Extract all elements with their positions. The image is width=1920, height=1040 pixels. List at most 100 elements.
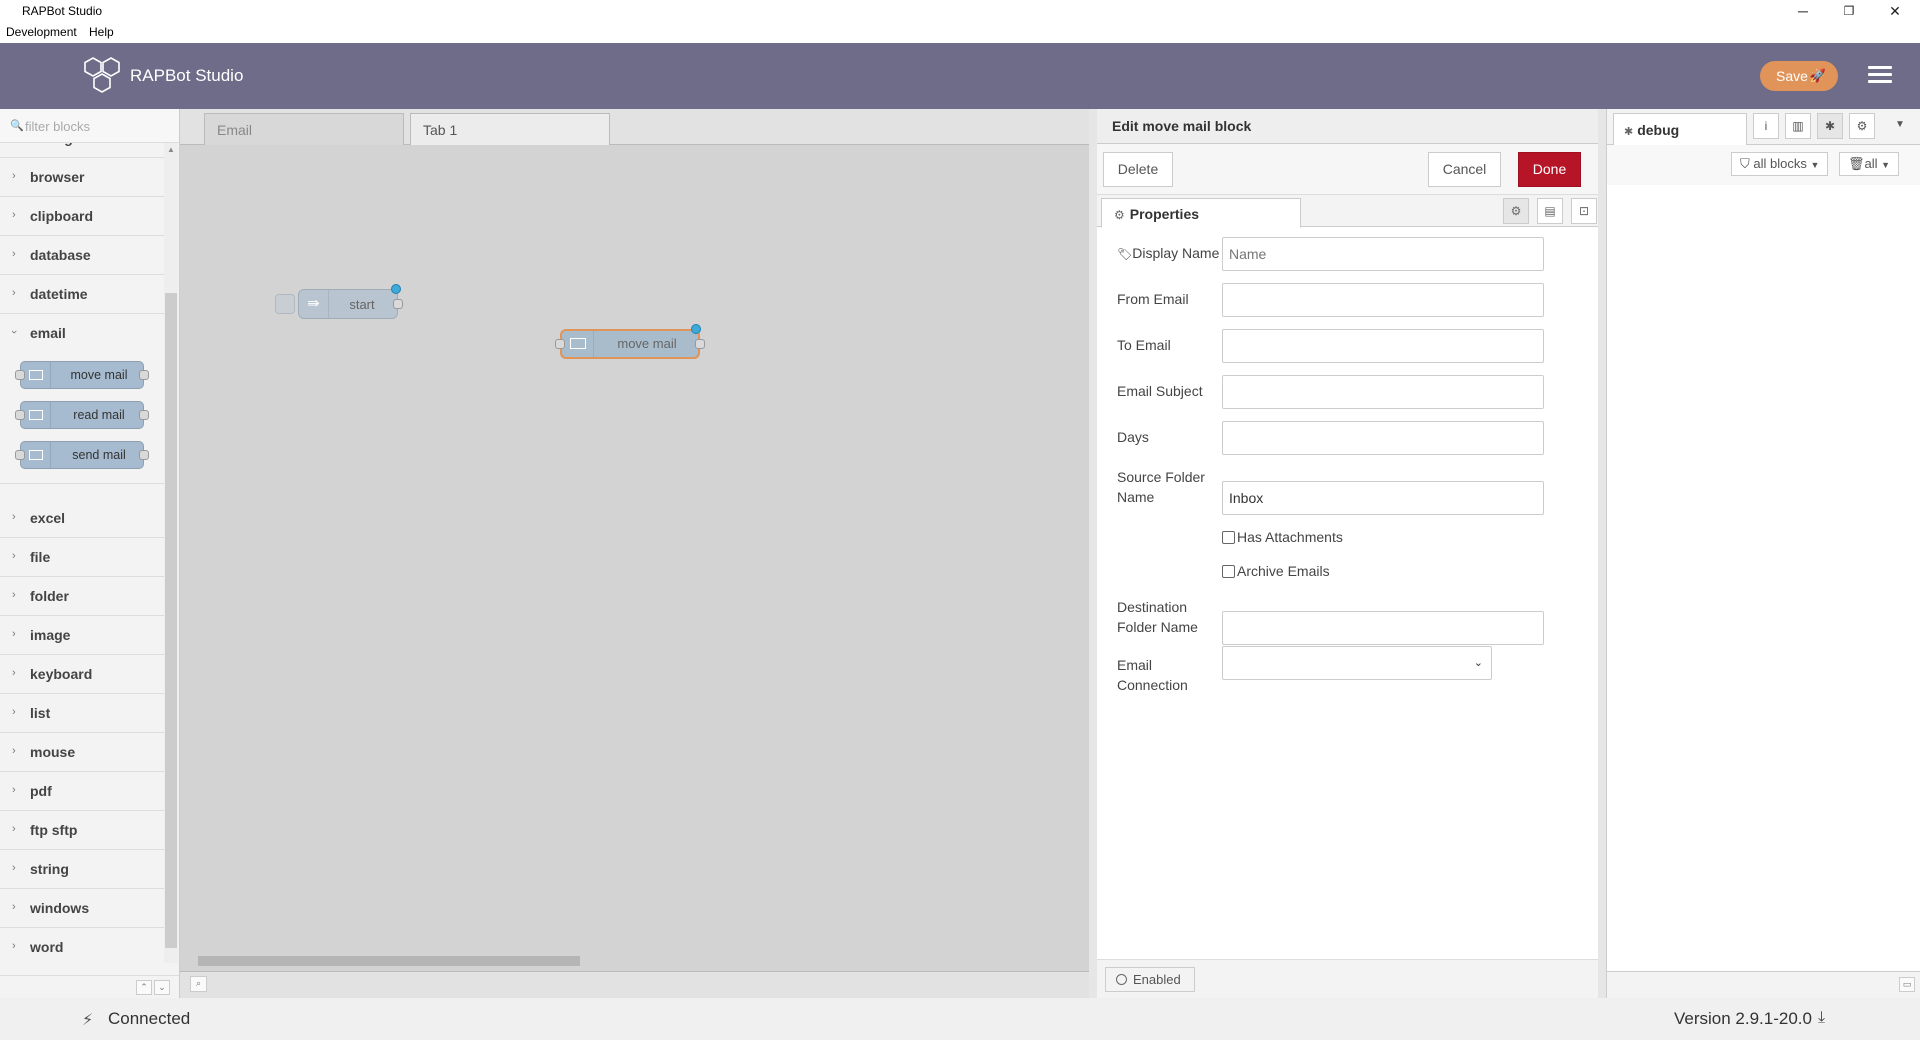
palette-category-excel[interactable]: › excel — [0, 499, 164, 538]
palette-category-folder[interactable]: › folder — [0, 577, 164, 616]
source-folder-input[interactable]: Inbox — [1222, 481, 1544, 515]
category-label: clipboard — [30, 208, 94, 224]
debug-toolbar: ⛉ all blocks ▼ 🗑all ▼ — [1607, 145, 1920, 185]
close-window-button[interactable]: ✕ — [1872, 0, 1918, 22]
gear-icon[interactable]: ⚙ — [1503, 198, 1529, 224]
workspace-node-start[interactable]: ⇛ start — [275, 284, 403, 319]
palette-search[interactable]: 🔍 filter blocks — [0, 109, 179, 143]
tab-tab-1[interactable]: Tab 1 — [410, 113, 610, 145]
description-icon[interactable]: ▤ — [1537, 198, 1563, 224]
delete-button[interactable]: Delete — [1103, 152, 1173, 187]
palette-node-send-mail[interactable]: send mail — [15, 441, 149, 469]
enabled-toggle[interactable]: Enabled — [1105, 967, 1195, 992]
menu-development[interactable]: Development — [6, 25, 77, 39]
monitor-icon[interactable]: ▭ — [1899, 977, 1915, 992]
palette-category-word[interactable]: › word — [0, 928, 164, 963]
chevron-down-icon: ⌄ — [1473, 657, 1483, 669]
has-attachments-checkbox[interactable] — [1222, 531, 1235, 544]
tab-debug[interactable]: ✱ debug — [1613, 113, 1747, 146]
category-label: windows — [30, 900, 90, 916]
workspace-footer: ⌕ — [180, 971, 1089, 998]
palette-category-list[interactable]: › list — [0, 694, 164, 733]
tab-email[interactable]: Email — [204, 113, 404, 145]
display-name-input[interactable] — [1222, 237, 1544, 271]
book-icon[interactable]: ▥ — [1785, 113, 1811, 139]
palette-category-clipboard[interactable]: › clipboard — [0, 197, 164, 236]
chevron-right-icon: › — [12, 706, 16, 718]
output-port — [139, 410, 149, 420]
scrollbar-thumb[interactable] — [198, 956, 580, 966]
palette-category-datetime[interactable]: › datetime — [0, 275, 164, 314]
download-icon[interactable]: ⤓ — [1818, 1009, 1825, 1027]
inject-button[interactable] — [275, 294, 295, 314]
category-label: datetime — [30, 286, 88, 302]
chevron-right-icon: › — [12, 745, 16, 757]
scroll-up-icon[interactable]: ▲ — [167, 145, 175, 154]
palette-category-browser[interactable]: › browser — [0, 158, 164, 197]
palette-category-image[interactable]: › image — [0, 616, 164, 655]
palette-category-mouse[interactable]: › mouse — [0, 733, 164, 772]
filter-blocks-button[interactable]: ⛉ all blocks ▼ — [1731, 152, 1829, 176]
palette-node-move-mail[interactable]: move mail — [15, 361, 149, 389]
email-connection-label-line2: Connection — [1117, 677, 1188, 693]
bug-icon[interactable]: ✱ — [1817, 113, 1843, 139]
workspace-node-move-mail[interactable]: move mail — [555, 324, 705, 359]
output-port[interactable] — [695, 339, 705, 349]
flow-workspace[interactable]: Email Tab 1 ⇛ start move mail ⌕ — [180, 109, 1089, 998]
hamburger-menu-icon[interactable] — [1868, 63, 1892, 87]
node-label: move mail — [617, 336, 677, 351]
palette-category-email[interactable]: › email move mail read mail send mail — [0, 314, 164, 484]
display-name-label: 🏷Display Name — [1117, 245, 1220, 261]
save-button[interactable]: Save 🚀 — [1760, 61, 1838, 91]
palette-category-windows[interactable]: › windows — [0, 889, 164, 928]
workspace-tabs: Email Tab 1 — [180, 109, 1089, 145]
category-label: folder — [30, 588, 69, 604]
from-email-input[interactable] — [1222, 283, 1544, 317]
chevron-down-icon[interactable]: ▼ — [1895, 119, 1905, 130]
palette-category-file[interactable]: › file — [0, 538, 164, 577]
scrollbar-thumb[interactable] — [165, 293, 177, 948]
palette-node-read-mail[interactable]: read mail — [15, 401, 149, 429]
search-icon[interactable]: ⌕ — [190, 976, 207, 992]
appearance-icon[interactable]: ⊡ — [1571, 198, 1597, 224]
expand-all-icon[interactable]: ⌄ — [154, 980, 170, 995]
info-icon[interactable]: i — [1753, 113, 1779, 139]
block-palette: 🔍 filter blocks › storage › browser › cl… — [0, 109, 180, 998]
gear-icon[interactable]: ⚙ — [1849, 113, 1875, 139]
editor-tabs: ⚙ Properties ⚙ ▤ ⊡ — [1097, 195, 1598, 228]
workspace-horizontal-scrollbar[interactable] — [196, 954, 1066, 968]
clear-messages-button[interactable]: 🗑all ▼ — [1839, 152, 1900, 176]
email-subject-input[interactable] — [1222, 375, 1544, 409]
email-connection-select[interactable]: ⌄ — [1222, 646, 1492, 680]
cancel-button[interactable]: Cancel — [1428, 152, 1501, 187]
destination-folder-input[interactable] — [1222, 611, 1544, 645]
done-button[interactable]: Done — [1518, 152, 1581, 187]
to-email-input[interactable] — [1222, 329, 1544, 363]
input-port[interactable] — [555, 339, 565, 349]
collapse-all-icon[interactable]: ⌃ — [136, 980, 152, 995]
output-port[interactable] — [393, 299, 403, 309]
restore-button[interactable]: ❐ — [1826, 0, 1872, 22]
arrow-right-icon: ⇛ — [307, 295, 320, 312]
chevron-right-icon: › — [12, 589, 16, 601]
filter-icon: ⛉ — [1740, 156, 1750, 171]
editor-footer: Enabled — [1097, 959, 1598, 998]
minimize-button[interactable]: ─ — [1780, 0, 1826, 22]
tab-properties[interactable]: ⚙ Properties — [1101, 198, 1301, 228]
palette-category-ftp-sftp[interactable]: › ftp sftp — [0, 811, 164, 850]
palette-category-keyboard[interactable]: › keyboard — [0, 655, 164, 694]
category-label: image — [30, 627, 71, 643]
palette-category-storage[interactable]: › storage — [0, 143, 164, 158]
category-label: ftp sftp — [30, 822, 78, 838]
menu-help[interactable]: Help — [89, 25, 114, 39]
source-folder-label-line1: Source Folder — [1117, 469, 1205, 485]
palette-scrollbar[interactable]: ▲ — [164, 143, 178, 963]
sidebar-splitter[interactable] — [1598, 109, 1606, 998]
days-input[interactable] — [1222, 421, 1544, 455]
palette-category-pdf[interactable]: › pdf — [0, 772, 164, 811]
archive-emails-checkbox[interactable] — [1222, 565, 1235, 578]
palette-category-string[interactable]: › string — [0, 850, 164, 889]
chevron-right-icon: › — [12, 287, 16, 299]
palette-category-database[interactable]: › database — [0, 236, 164, 275]
envelope-icon — [29, 410, 43, 420]
